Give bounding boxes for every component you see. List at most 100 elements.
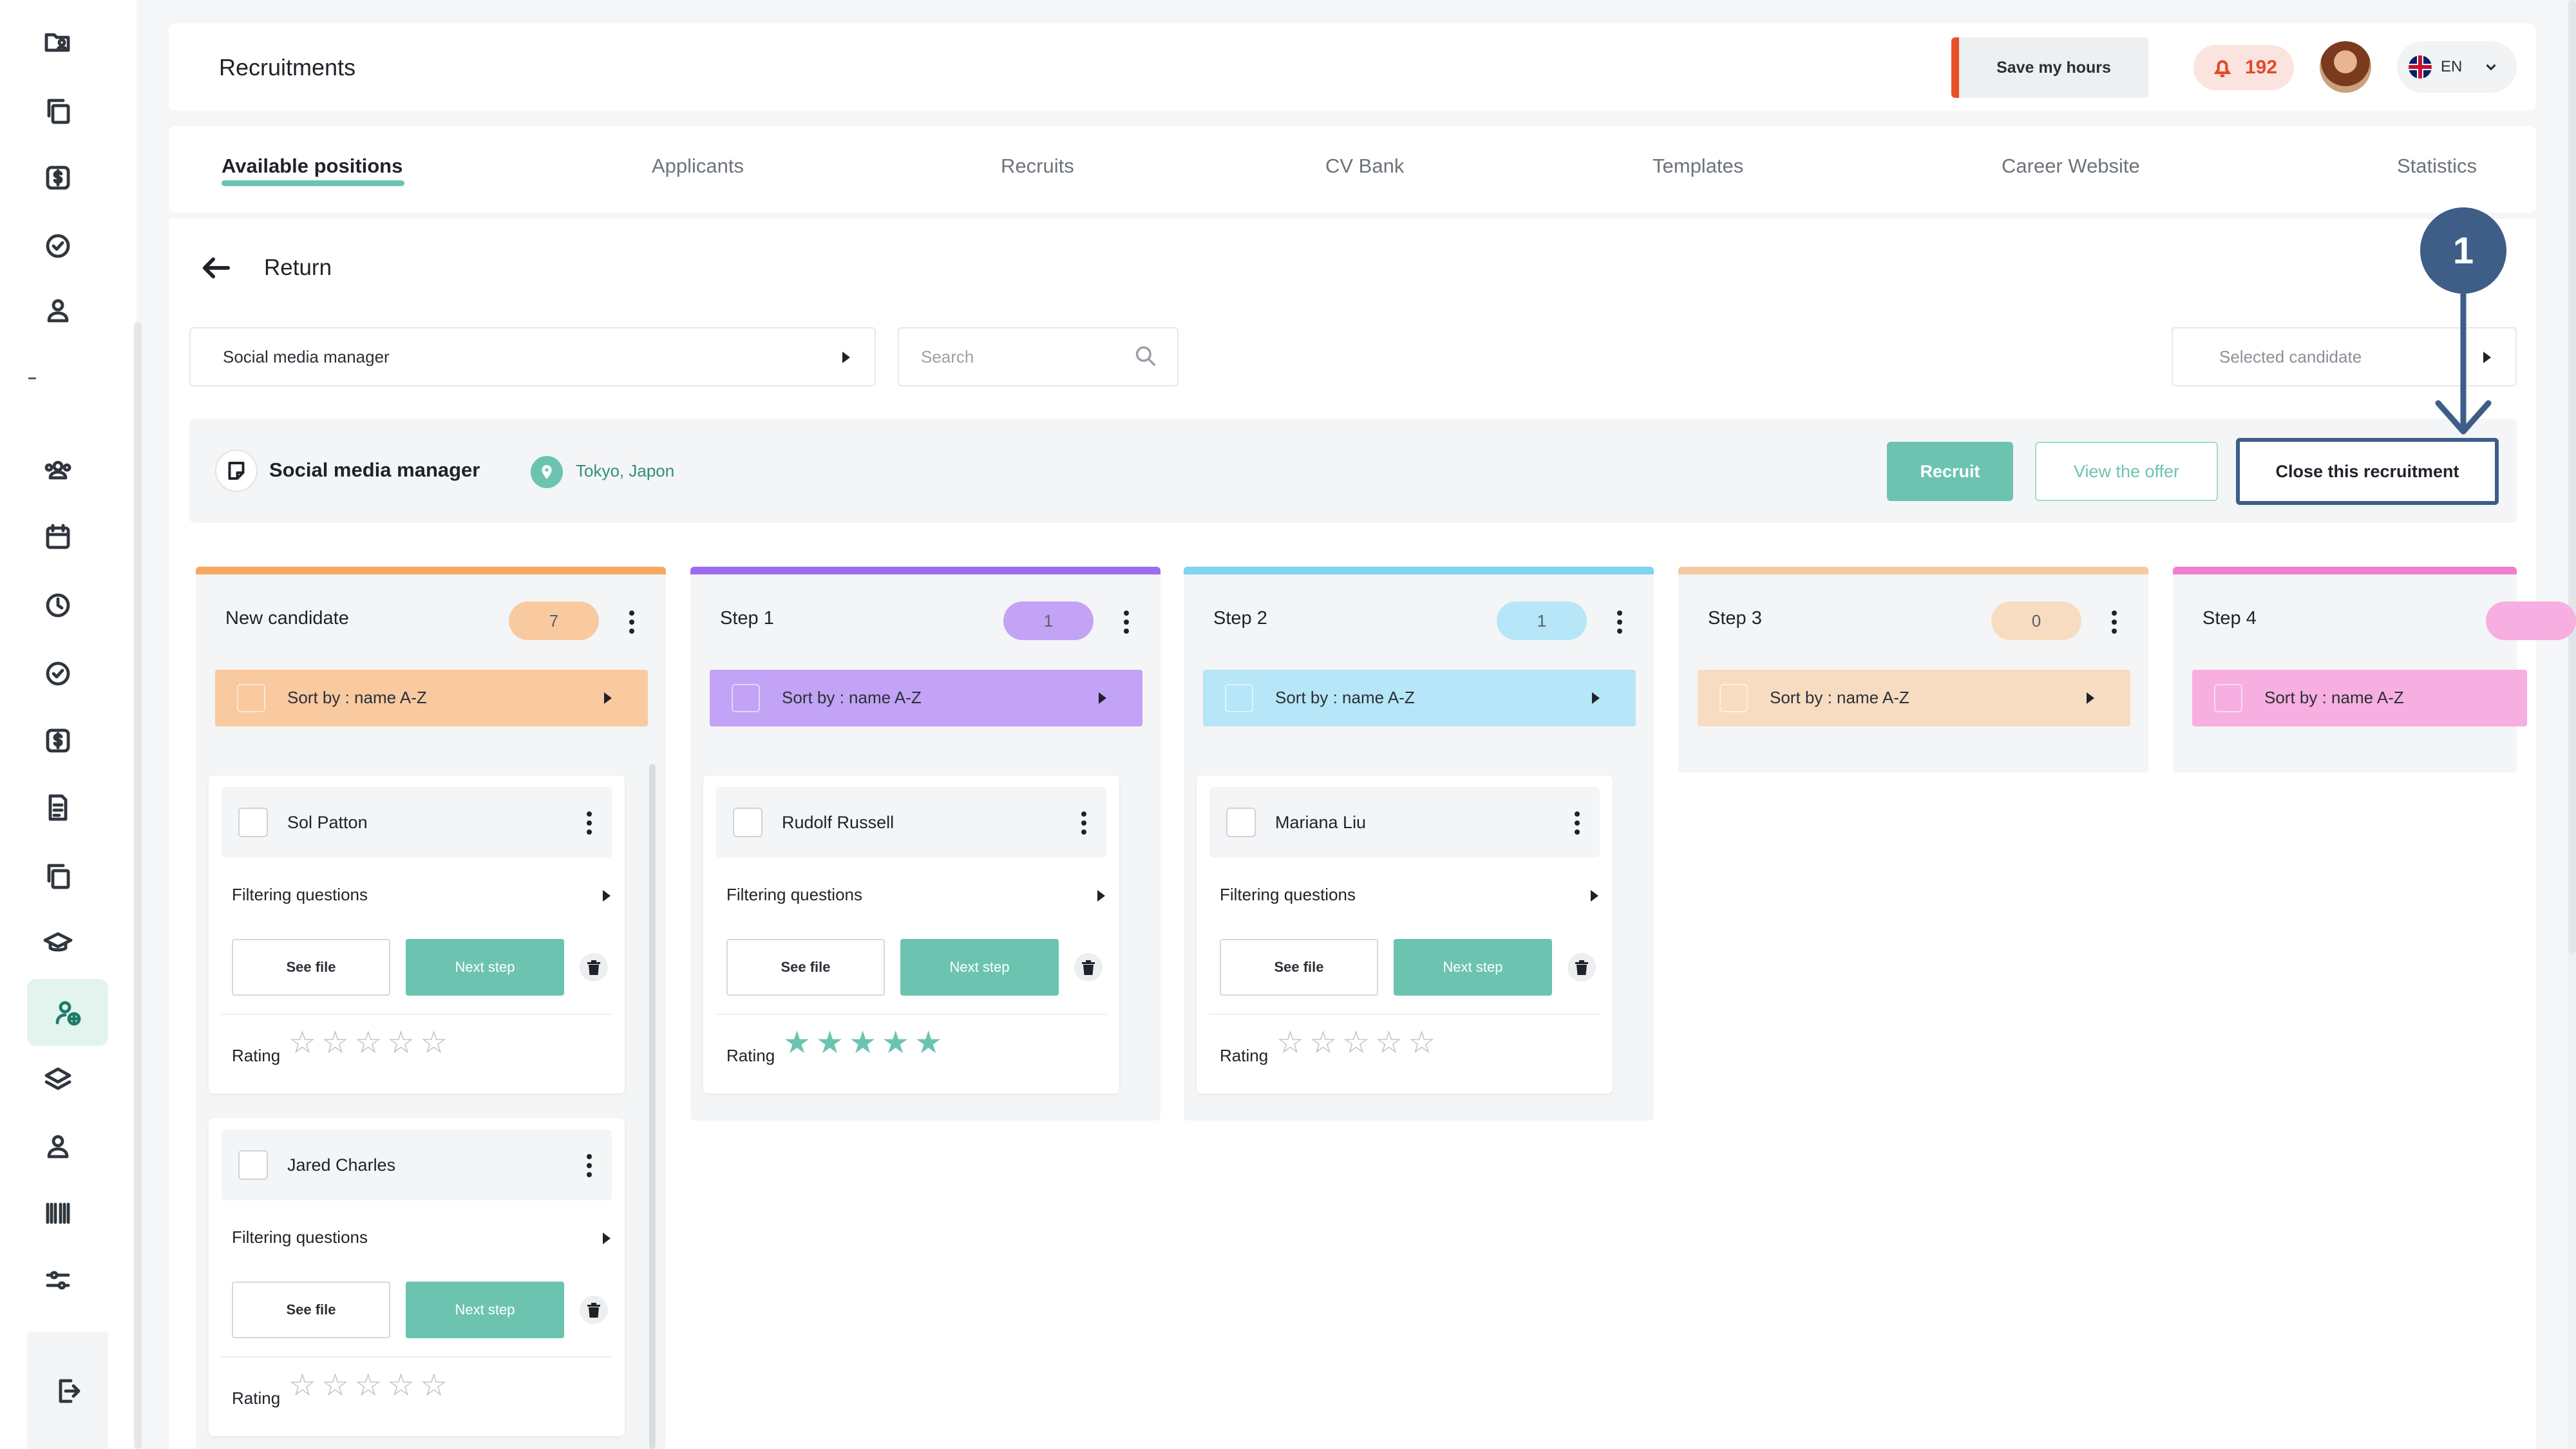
candidate-card[interactable]: Rudolf Russell Filtering questions See fil… xyxy=(703,775,1119,1094)
column-scrollbar[interactable] xyxy=(649,764,656,1449)
close-recruitment-button[interactable]: Close this recruitment xyxy=(2236,438,2499,505)
candidate-card[interactable]: Jared Charles Filtering questions See file… xyxy=(209,1118,625,1436)
user-icon[interactable] xyxy=(32,285,84,336)
rating-stars[interactable]: ☆ ☆ ☆ ☆ ☆ xyxy=(289,1370,448,1401)
rating-star-icon[interactable]: ★ xyxy=(849,1028,876,1059)
sliders-icon[interactable] xyxy=(32,1255,84,1306)
sidebar-scrollbar[interactable] xyxy=(134,322,142,1449)
rating-star-icon[interactable]: ★ xyxy=(914,1028,942,1059)
rating-star-icon[interactable]: ☆ xyxy=(1342,1028,1370,1059)
dollar-icon[interactable] xyxy=(32,715,84,766)
calendar-icon[interactable] xyxy=(32,511,84,563)
next-step-button[interactable]: Next step xyxy=(406,939,564,996)
rating-star-icon[interactable]: ★ xyxy=(783,1028,811,1059)
sort-dropdown[interactable]: Sort by : name A-Z xyxy=(1698,670,2130,726)
see-file-button[interactable]: See file xyxy=(232,1282,390,1338)
select-all-checkbox[interactable] xyxy=(237,684,265,712)
sort-dropdown[interactable]: Sort by : name A-Z xyxy=(710,670,1142,726)
see-file-button[interactable]: See file xyxy=(1220,939,1378,996)
folder-user-icon[interactable] xyxy=(32,17,84,68)
rating-star-icon[interactable]: ☆ xyxy=(289,1028,316,1059)
rating-star-icon[interactable]: ☆ xyxy=(1309,1028,1337,1059)
language-selector[interactable]: EN xyxy=(2397,41,2517,93)
arrow-left-icon[interactable] xyxy=(201,255,231,281)
rating-star-icon[interactable]: ☆ xyxy=(420,1370,448,1401)
column-menu-icon[interactable] xyxy=(1616,611,1623,636)
tab-available-positions[interactable]: Available positions xyxy=(222,155,402,178)
next-step-button[interactable]: Next step xyxy=(1394,939,1552,996)
copy-icon[interactable] xyxy=(32,850,84,902)
logout-icon[interactable] xyxy=(43,1365,94,1417)
dollar-icon[interactable] xyxy=(32,152,84,204)
rating-star-icon[interactable]: ☆ xyxy=(321,1370,349,1401)
user-icon[interactable] xyxy=(32,1121,84,1172)
tab-recruits[interactable]: Recruits xyxy=(1001,155,1074,178)
filtering-questions-toggle[interactable]: Filtering questions xyxy=(232,885,368,905)
tab-cv-bank[interactable]: CV Bank xyxy=(1325,155,1404,178)
check-circle-icon[interactable] xyxy=(32,648,84,699)
rating-star-icon[interactable]: ☆ xyxy=(289,1370,316,1401)
column-menu-icon[interactable] xyxy=(2111,611,2117,636)
rating-star-icon[interactable]: ☆ xyxy=(354,1370,382,1401)
tab-applicants[interactable]: Applicants xyxy=(652,155,744,178)
tab-statistics[interactable]: Statistics xyxy=(2397,155,2477,178)
rating-star-icon[interactable]: ★ xyxy=(816,1028,844,1059)
select-all-checkbox[interactable] xyxy=(1719,684,1748,712)
page-scrollbar-thumb[interactable] xyxy=(2568,0,2576,953)
candidate-card[interactable]: Sol Patton Filtering questions See file Nex… xyxy=(209,775,625,1094)
avatar[interactable] xyxy=(2320,41,2371,93)
candidate-checkbox[interactable] xyxy=(733,808,762,837)
column-menu-icon[interactable] xyxy=(1123,611,1130,636)
candidate-checkbox[interactable] xyxy=(238,808,268,837)
recruitment-icon[interactable] xyxy=(27,979,108,1046)
rating-star-icon[interactable]: ☆ xyxy=(387,1028,415,1059)
select-all-checkbox[interactable] xyxy=(1225,684,1253,712)
rating-star-icon[interactable]: ☆ xyxy=(1375,1028,1403,1059)
recruit-button[interactable]: Recruit xyxy=(1887,442,2013,501)
layers-icon[interactable] xyxy=(32,1054,84,1105)
tab-templates[interactable]: Templates xyxy=(1653,155,1743,178)
sort-dropdown[interactable]: Sort by : name A-Z xyxy=(215,670,648,726)
return-link[interactable]: Return xyxy=(264,255,332,281)
rating-star-icon[interactable]: ☆ xyxy=(1408,1028,1435,1059)
filtering-questions-toggle[interactable]: Filtering questions xyxy=(1220,885,1356,905)
select-all-checkbox[interactable] xyxy=(2214,684,2242,712)
rating-star-icon[interactable]: ☆ xyxy=(1276,1028,1304,1059)
candidate-name[interactable]: Sol Patton xyxy=(287,813,368,833)
view-offer-button[interactable]: View the offer xyxy=(2035,442,2218,501)
rating-star-icon[interactable]: ☆ xyxy=(420,1028,448,1059)
save-my-hours-button[interactable]: Save my hours xyxy=(1951,37,2148,98)
next-step-button[interactable]: Next step xyxy=(900,939,1059,996)
card-menu-icon[interactable] xyxy=(1081,811,1087,837)
next-step-button[interactable]: Next step xyxy=(406,1282,564,1338)
users-icon[interactable] xyxy=(32,444,84,496)
notifications-badge[interactable]: 192 xyxy=(2193,45,2294,90)
delete-candidate-button[interactable] xyxy=(580,1296,608,1324)
rating-star-icon[interactable]: ☆ xyxy=(387,1370,415,1401)
filtering-questions-toggle[interactable]: Filtering questions xyxy=(726,885,862,905)
tab-career-website[interactable]: Career Website xyxy=(2002,155,2140,178)
column-menu-icon[interactable] xyxy=(629,611,635,636)
rating-stars[interactable]: ☆ ☆ ☆ ☆ ☆ xyxy=(289,1028,448,1059)
delete-candidate-button[interactable] xyxy=(1567,953,1596,981)
rating-stars[interactable]: ☆ ☆ ☆ ☆ ☆ xyxy=(1276,1028,1435,1059)
card-menu-icon[interactable] xyxy=(586,811,592,837)
delete-candidate-button[interactable] xyxy=(1074,953,1103,981)
filtering-questions-toggle[interactable]: Filtering questions xyxy=(232,1227,368,1247)
candidate-card[interactable]: Mariana Liu Filtering questions See file Ne… xyxy=(1197,775,1613,1094)
graduation-cap-icon[interactable] xyxy=(32,917,84,969)
candidate-name[interactable]: Mariana Liu xyxy=(1275,813,1366,833)
delete-candidate-button[interactable] xyxy=(580,953,608,981)
sort-dropdown[interactable]: Sort by : name A-Z xyxy=(1203,670,1636,726)
rating-stars[interactable]: ★ ★ ★ ★ ★ xyxy=(783,1028,942,1059)
see-file-button[interactable]: See file xyxy=(726,939,885,996)
rating-star-icon[interactable]: ★ xyxy=(882,1028,909,1059)
position-select[interactable]: Social media manager xyxy=(189,327,876,386)
document-list-icon[interactable] xyxy=(32,782,84,833)
candidate-checkbox[interactable] xyxy=(238,1150,268,1180)
sort-dropdown[interactable]: Sort by : name A-Z xyxy=(2192,670,2527,726)
candidate-name[interactable]: Rudolf Russell xyxy=(782,813,894,833)
rating-star-icon[interactable]: ☆ xyxy=(321,1028,349,1059)
rating-star-icon[interactable]: ☆ xyxy=(354,1028,382,1059)
clock-icon[interactable] xyxy=(32,580,84,631)
